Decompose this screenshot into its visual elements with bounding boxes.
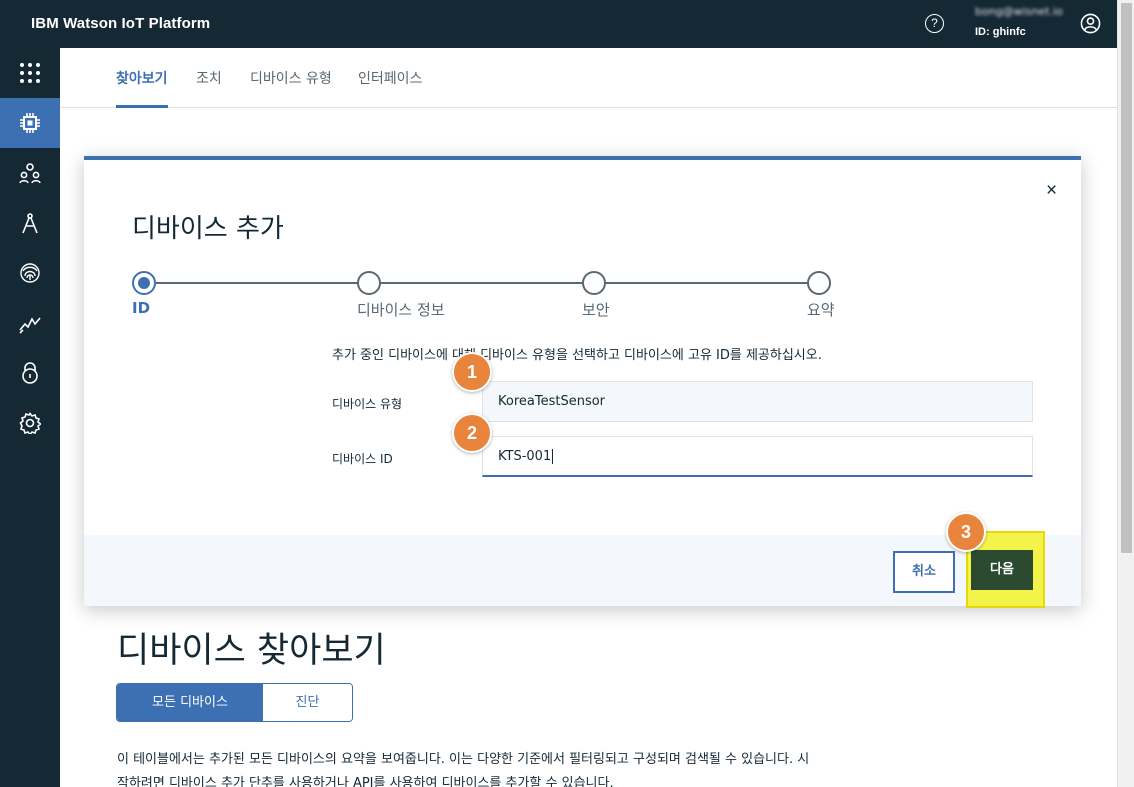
step-dot-device-info bbox=[357, 271, 381, 295]
sidebar-item-risk[interactable] bbox=[0, 248, 60, 298]
device-type-value: KoreaTestSensor bbox=[498, 394, 606, 409]
user-email: bong@wisnet.io bbox=[975, 5, 1063, 18]
tab-browse[interactable]: 찾아보기 bbox=[116, 68, 168, 108]
step-label-summary: 요약 bbox=[807, 301, 835, 319]
step-label-security: 보안 bbox=[582, 301, 610, 319]
cancel-button[interactable]: 취소 bbox=[893, 551, 955, 593]
device-id-value: KTS-001 bbox=[498, 449, 552, 464]
devices-chip-icon bbox=[20, 113, 40, 133]
text-caret bbox=[552, 449, 554, 464]
app-brand[interactable]: IBM Watson IoT Platform bbox=[31, 15, 210, 32]
sidebar-item-boards[interactable] bbox=[0, 48, 60, 98]
tab-actions[interactable]: 조치 bbox=[196, 68, 222, 108]
modal-title: 디바이스 추가 bbox=[132, 214, 284, 244]
left-sidebar bbox=[0, 48, 60, 787]
org-id: ID: ghinfc bbox=[975, 26, 1026, 38]
sidebar-item-devices[interactable] bbox=[0, 98, 60, 148]
user-avatar-icon[interactable] bbox=[1080, 13, 1101, 34]
device-id-field[interactable]: KTS-001 bbox=[482, 436, 1033, 477]
step-label-device-info: 디바이스 정보 bbox=[357, 301, 445, 319]
close-icon[interactable]: × bbox=[1046, 180, 1057, 202]
page-title: 디바이스 찾아보기 bbox=[117, 631, 386, 671]
sidebar-item-settings[interactable] bbox=[0, 398, 60, 448]
apps-compass-icon bbox=[22, 213, 38, 234]
device-type-field[interactable]: KoreaTestSensor bbox=[482, 381, 1033, 422]
step-label-id: ID bbox=[132, 299, 151, 317]
help-icon[interactable]: ? bbox=[925, 14, 944, 33]
page-description: 이 테이블에서는 추가된 모든 디바이스의 요약을 보여줍니다. 이는 다양한 … bbox=[117, 752, 810, 787]
analytics-icon bbox=[19, 317, 41, 334]
progress-line bbox=[156, 282, 820, 284]
next-button[interactable]: 다음 bbox=[971, 550, 1033, 590]
step-dot-security bbox=[582, 271, 606, 295]
sidebar-item-usage[interactable] bbox=[0, 298, 60, 348]
tab-interfaces[interactable]: 인터페이스 bbox=[358, 68, 422, 108]
toggle-diagnostics[interactable]: 진단 bbox=[263, 684, 352, 721]
step-badge-2: 2 bbox=[452, 413, 492, 453]
fingerprint-icon bbox=[20, 263, 40, 283]
apps-grid-icon bbox=[20, 63, 40, 83]
page-scrollbar[interactable] bbox=[1117, 0, 1134, 787]
settings-gear-icon bbox=[19, 412, 41, 434]
members-icon bbox=[19, 163, 41, 184]
scrollbar-thumb[interactable] bbox=[1121, 3, 1132, 553]
toggle-all-devices[interactable]: 모든 디바이스 bbox=[117, 684, 263, 721]
device-id-label: 디바이스 ID bbox=[332, 452, 393, 466]
modal-intro-text: 추가 중인 디바이스에 대해 디바이스 유형을 선택하고 디바이스에 고유 ID… bbox=[332, 348, 822, 363]
device-view-toggle: 모든 디바이스 진단 bbox=[116, 683, 353, 722]
security-lock-icon bbox=[22, 362, 38, 384]
add-device-modal: × 디바이스 추가 ID 디바이스 정보 보안 요약 추가 중인 디바이스에 대… bbox=[84, 156, 1081, 606]
sidebar-item-members[interactable] bbox=[0, 148, 60, 198]
sidebar-item-apps[interactable] bbox=[0, 198, 60, 248]
step-dot-summary bbox=[807, 271, 831, 295]
step-badge-3: 3 bbox=[946, 512, 986, 552]
step-badge-1: 1 bbox=[452, 352, 492, 392]
step-dot-id bbox=[132, 271, 156, 295]
device-type-label: 디바이스 유형 bbox=[332, 397, 403, 411]
top-header: IBM Watson IoT Platform ? bong@wisnet.io… bbox=[0, 0, 1117, 48]
sidebar-item-security[interactable] bbox=[0, 348, 60, 398]
tab-bar: 찾아보기 조치 디바이스 유형 인터페이스 bbox=[60, 48, 1117, 108]
tab-device-types[interactable]: 디바이스 유형 bbox=[250, 68, 332, 108]
